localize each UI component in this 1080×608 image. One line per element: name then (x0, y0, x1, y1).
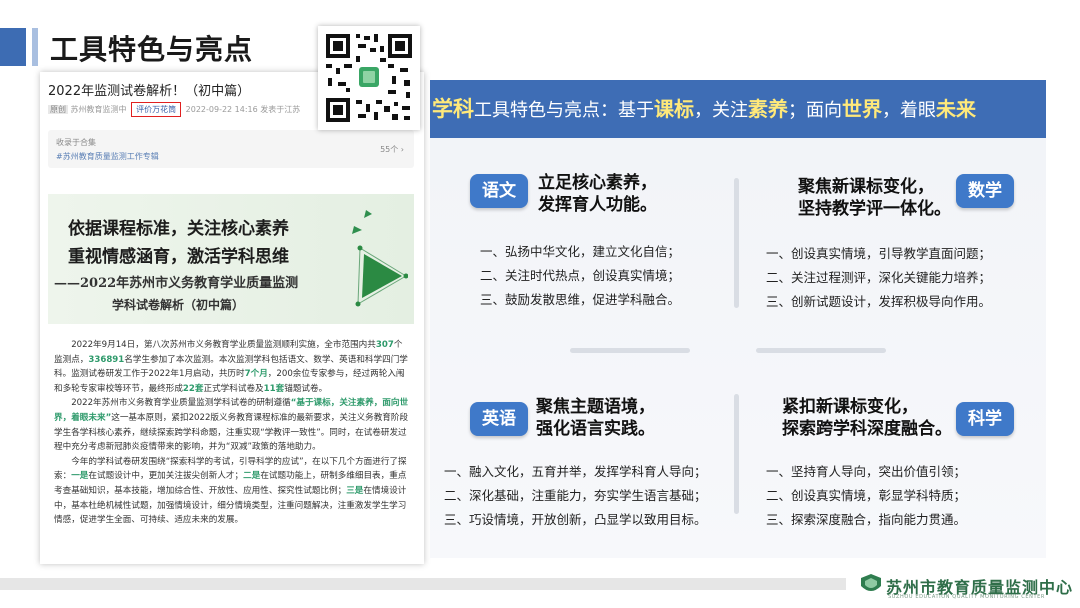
list-item: 三、创新试题设计，发挥积极导向作用。 (766, 294, 992, 309)
banner-line-1: 依据课程标准，关注核心素养 (68, 219, 289, 239)
badge-chinese: 语文 (470, 174, 528, 208)
title-accent-bar-light (32, 28, 38, 66)
horizontal-divider (756, 348, 886, 353)
chinese-items: 一、弘扬中华文化，建立文化自信； 二、关注时代热点，创设真实情境； 三、鼓励发散… (480, 240, 680, 312)
original-tag: 原创 (48, 105, 68, 114)
title-accent-bar (0, 28, 26, 66)
article-location: 发表于江苏 (260, 105, 301, 114)
horizontal-divider (570, 348, 690, 353)
org-name-en: SUZHOU EDUCATION QUALITY MONITORING CENT… (888, 594, 1045, 600)
list-item: 一、弘扬中华文化，建立文化自信； (480, 244, 681, 259)
badge-science: 科学 (956, 402, 1014, 436)
collection-name[interactable]: #苏州教育质量监测工作专辑 (56, 151, 159, 162)
panel-title: 学科工具特色与亮点：基于课标，关注素养；面向世界，着眼未来 (430, 80, 1046, 138)
vertical-divider (734, 178, 739, 308)
math-items: 一、创设真实情境，引导教学直面问题； 二、关注过程测评，深化关键能力培养； 三、… (766, 242, 991, 314)
footer-bar (0, 578, 846, 590)
list-item: 二、关注时代热点，创设真实情境； (480, 268, 681, 283)
triangle-graphic (352, 210, 408, 307)
collection-label: 收录于合集 (56, 138, 96, 147)
article-meta: 原创 苏州教育监测中 评价万花筒 2022-09-22 14:16 发表于江苏 (48, 102, 300, 117)
account-link[interactable]: 评价万花筒 (131, 102, 182, 117)
list-item: 一、创设真实情境，引导教学直面问题； (766, 246, 992, 261)
article-source: 苏州教育监测中 (70, 105, 127, 114)
article-date: 2022-09-22 14:16 (185, 105, 258, 114)
qr-code-icon (326, 34, 412, 122)
list-item: 三、鼓励发散思维，促进学科融合。 (480, 292, 681, 307)
list-item: 三、巧设情境，开放创新，凸显学以致用目标。 (444, 512, 707, 527)
qr-code (318, 26, 420, 130)
list-item: 一、坚持育人导向，突出价值引领； (766, 464, 967, 479)
slide-title: 工具特色与亮点 (50, 33, 254, 66)
subjects-panel: 语文 立足核心素养， 发挥育人功能。 一、弘扬中华文化，建立文化自信； 二、关注时… (430, 138, 1046, 558)
collection-box[interactable]: 收录于合集 #苏州教育质量监测工作专辑 55个 › (48, 130, 414, 168)
article-banner: 依据课程标准，关注核心素养 重视情感涵育，激活学科思维 ——2022年苏州市义务… (48, 194, 414, 324)
badge-math: 数学 (956, 174, 1014, 208)
badge-english: 英语 (470, 402, 528, 436)
org-logo-icon (861, 574, 881, 591)
banner-line-3: ——2022年苏州市义务教育学业质量监测 (54, 276, 299, 291)
list-item: 二、创设真实情境，彰显学科特质； (766, 488, 967, 503)
english-heading: 聚焦主题语境， 强化语言实践。 (536, 397, 655, 439)
banner-line-2: 重视情感涵育，激活学科思维 (68, 247, 289, 267)
article-screenshot: 2022年监测试卷解析！（初中篇） 原创 苏州教育监测中 评价万花筒 2022-… (40, 72, 424, 564)
list-item: 二、深化基础，注重能力，夯实学生语言基础； (444, 488, 707, 503)
list-item: 一、融入文化，五育并举，发挥学科育人导向； (444, 464, 707, 479)
list-item: 二、关注过程测评，深化关键能力培养； (766, 270, 992, 285)
article-paragraph: 2022年9月14日，第八次苏州市义务教育学业质量监测顺利实施，全市范围内共30… (54, 340, 408, 394)
banner-line-4: 学科试卷解析（初中篇） (112, 298, 245, 312)
article-paragraph: 今年的学科试卷研发围绕“探索科学的考试，引导科学的应试”，在以下几个方面进行了探… (54, 456, 407, 526)
vertical-divider (734, 394, 739, 514)
science-heading: 紧扣新课标变化， 探索跨学科深度融合。 (782, 397, 952, 439)
chinese-heading: 立足核心素养， 发挥育人功能。 (538, 173, 657, 215)
collection-count: 55个 › (380, 145, 404, 154)
article-paragraph: 2022年苏州市义务教育学业质量监测学科试卷的研制遵循“基于课标，关注素养，面向… (54, 398, 409, 453)
science-items: 一、坚持育人导向，突出价值引领； 二、创设真实情境，彰显学科特质； 三、探索深度… (766, 460, 966, 532)
article-title: 2022年监测试卷解析！（初中篇） (48, 84, 251, 99)
english-items: 一、融入文化，五育并举，发挥学科育人导向； 二、深化基础，注重能力，夯实学生语言… (444, 460, 707, 532)
article-body: 2022年9月14日，第八次苏州市义务教育学业质量监测顺利实施，全市范围内共30… (54, 338, 410, 528)
math-heading: 聚焦新课标变化， 坚持教学评一体化。 (798, 177, 951, 219)
list-item: 三、探索深度融合，指向能力贯通。 (766, 512, 967, 527)
